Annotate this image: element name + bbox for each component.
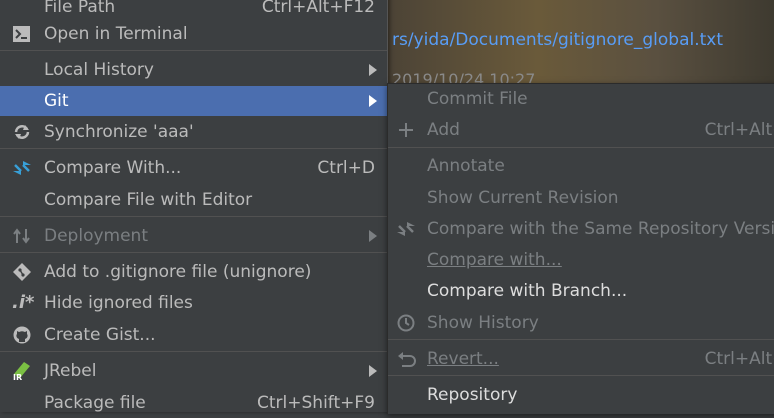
separator <box>0 50 387 51</box>
terminal-icon <box>13 26 30 42</box>
menu-item-compare-with[interactable]: Compare With... Ctrl+D <box>0 153 387 183</box>
editor-file-path: rs/yida/Documents/gitignore_global.txt <box>392 30 724 50</box>
menu-item-git[interactable]: Git <box>0 86 387 116</box>
menu-item-label: Create Gist... <box>44 325 156 345</box>
submenu-item-compare-with[interactable]: Compare with... <box>388 245 774 275</box>
compare-arrows-icon <box>13 161 31 175</box>
menu-item-label: Compare with... <box>427 250 562 270</box>
compare-arrows-icon <box>397 222 415 236</box>
git-submenu: Commit File Add Ctrl+Alt+A Annotate Show… <box>387 83 774 414</box>
submenu-item-show-current-revision[interactable]: Show Current Revision <box>388 183 774 213</box>
menu-item-label: Show Current Revision <box>427 188 619 208</box>
menu-item-label: Local History <box>44 60 154 80</box>
menu-item-label: Annotate <box>427 156 505 176</box>
menu-item-hide-ignored[interactable]: .i* Hide ignored files <box>0 288 387 318</box>
menu-item-label: Add to .gitignore file (unignore) <box>44 262 312 282</box>
menu-item-label: Hide ignored files <box>44 293 193 313</box>
menu-item-label: Revert... <box>427 349 499 369</box>
menu-item-label: Add <box>427 120 460 140</box>
submenu-item-add[interactable]: Add Ctrl+Alt+A <box>388 115 774 145</box>
menu-item-label: Repository <box>427 385 518 405</box>
github-icon <box>13 326 31 344</box>
separator <box>0 252 387 253</box>
separator <box>0 216 387 217</box>
menu-item-label: Show History <box>427 313 539 333</box>
ignored-files-icon: .i* <box>12 292 35 313</box>
submenu-item-compare-branch[interactable]: Compare with Branch... <box>388 276 774 306</box>
git-diamond-icon <box>13 263 31 281</box>
plus-icon <box>399 123 413 137</box>
submenu-arrow-icon <box>369 95 377 107</box>
menu-item-label: Synchronize 'aaa' <box>44 122 194 142</box>
svg-text:JR: JR <box>12 373 22 380</box>
menu-item-label: Compare File with Editor <box>44 190 253 210</box>
submenu-arrow-icon <box>369 64 377 76</box>
separator <box>0 148 387 149</box>
menu-item-label: JRebel <box>44 361 97 381</box>
shortcut: Ctrl+Alt+A <box>704 120 774 140</box>
jrebel-icon: JR <box>12 362 30 380</box>
submenu-item-compare-same-repo[interactable]: Compare with the Same Repository Version <box>388 214 774 244</box>
clock-icon <box>397 314 415 332</box>
separator <box>0 351 387 352</box>
submenu-item-revert[interactable]: Revert... Ctrl+Alt+Z <box>388 344 774 374</box>
sync-icon <box>14 125 30 139</box>
menu-item-open-in-terminal[interactable]: Open in Terminal <box>0 19 387 49</box>
shortcut: Ctrl+D <box>317 158 375 178</box>
shortcut: Ctrl+Shift+F9 <box>257 393 375 413</box>
menu-item-label: Compare with Branch... <box>427 281 628 301</box>
submenu-arrow-icon <box>369 365 377 377</box>
shortcut: Ctrl+Alt+Z <box>704 349 774 369</box>
submenu-item-commit-file[interactable]: Commit File <box>388 84 774 114</box>
submenu-arrow-icon <box>369 230 377 242</box>
context-menu: File Path Ctrl+Alt+F12 Open in Terminal … <box>0 0 388 413</box>
submenu-item-show-history[interactable]: Show History <box>388 308 774 338</box>
menu-item-label: Compare with the Same Repository Version <box>427 219 774 239</box>
menu-item-synchronize[interactable]: Synchronize 'aaa' <box>0 117 387 147</box>
menu-item-package-file[interactable]: Package file Ctrl+Shift+F9 <box>0 388 387 418</box>
menu-item-compare-file-editor[interactable]: Compare File with Editor <box>0 185 387 215</box>
menu-item-label: Git <box>44 91 69 111</box>
menu-item-add-to-gitignore[interactable]: Add to .gitignore file (unignore) <box>0 257 387 287</box>
separator <box>388 147 774 148</box>
menu-item-deployment[interactable]: Deployment <box>0 221 387 251</box>
menu-item-label: Compare With... <box>44 158 182 178</box>
separator <box>388 339 774 340</box>
menu-item-jrebel[interactable]: JR JRebel <box>0 356 387 386</box>
menu-item-label: Open in Terminal <box>44 24 188 44</box>
menu-item-label: Package file <box>44 393 146 413</box>
deployment-icon <box>13 228 30 244</box>
menu-item-label: Deployment <box>44 226 148 246</box>
menu-item-label: Commit File <box>427 89 528 109</box>
submenu-item-repository[interactable]: Repository <box>388 380 774 410</box>
separator <box>388 375 774 376</box>
menu-item-create-gist[interactable]: Create Gist... <box>0 320 387 350</box>
submenu-item-annotate[interactable]: Annotate <box>388 151 774 181</box>
menu-item-local-history[interactable]: Local History <box>0 55 387 85</box>
revert-icon <box>398 352 416 367</box>
